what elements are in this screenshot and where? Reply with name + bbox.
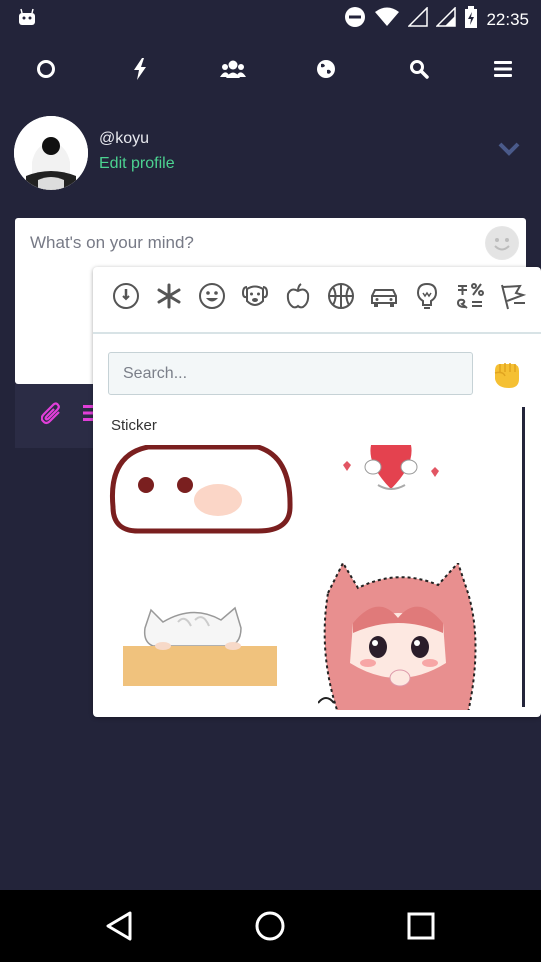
blob-face-sticker[interactable] bbox=[108, 445, 293, 540]
android-icon bbox=[18, 8, 36, 31]
emoji-search-field[interactable] bbox=[108, 352, 473, 395]
lightbulb-icon[interactable] bbox=[412, 281, 442, 311]
profile-header: @koyu Edit profile bbox=[0, 112, 541, 192]
attachment-icon[interactable] bbox=[40, 402, 63, 431]
composer-placeholder[interactable]: What's on your mind? bbox=[30, 233, 194, 253]
globe-icon[interactable] bbox=[313, 56, 339, 82]
top-nav bbox=[0, 44, 541, 94]
recents-icon[interactable] bbox=[403, 908, 439, 944]
status-bar: 22:35 bbox=[0, 0, 541, 36]
signal-icon bbox=[435, 6, 457, 32]
wifi-icon bbox=[374, 7, 400, 32]
composer-toolbar bbox=[15, 384, 95, 448]
clock-icon[interactable] bbox=[111, 281, 141, 311]
emoji-picker: Sticker bbox=[93, 267, 541, 717]
signal-icon bbox=[407, 6, 429, 32]
username: @koyu bbox=[99, 130, 150, 147]
emoji-toggle-button[interactable] bbox=[485, 226, 519, 260]
smile-icon[interactable] bbox=[197, 281, 227, 311]
circle-icon[interactable] bbox=[33, 56, 59, 82]
avatar[interactable] bbox=[14, 116, 88, 190]
fist-emoji-icon[interactable] bbox=[489, 357, 523, 391]
sticker-section-label: Sticker bbox=[111, 417, 157, 434]
sticker-grid bbox=[93, 445, 523, 710]
search-icon[interactable] bbox=[406, 56, 432, 82]
bolt-icon[interactable] bbox=[127, 56, 153, 82]
symbols-icon[interactable] bbox=[455, 281, 485, 311]
system-nav-bar bbox=[0, 890, 541, 962]
emoji-search-input[interactable] bbox=[109, 353, 472, 394]
dog-icon[interactable] bbox=[240, 281, 270, 311]
dnd-icon bbox=[344, 6, 366, 33]
basketball-icon[interactable] bbox=[326, 281, 356, 311]
users-icon[interactable] bbox=[220, 56, 246, 82]
flag-icon[interactable] bbox=[498, 281, 528, 311]
asterisk-icon[interactable] bbox=[154, 281, 184, 311]
back-icon[interactable] bbox=[102, 908, 138, 944]
edit-profile-link[interactable]: Edit profile bbox=[99, 155, 175, 173]
battery-charging-icon bbox=[464, 6, 478, 33]
sticker-scrollbar[interactable] bbox=[522, 407, 525, 707]
anime-girl-sticker[interactable] bbox=[317, 560, 483, 710]
cat-peek-sticker[interactable] bbox=[123, 600, 283, 695]
clock: 22:35 bbox=[486, 9, 529, 29]
apple-icon[interactable] bbox=[283, 281, 313, 311]
car-icon[interactable] bbox=[369, 281, 399, 311]
menu-icon[interactable] bbox=[490, 56, 516, 82]
heart-hug-sticker[interactable] bbox=[333, 445, 443, 500]
chevron-down-icon[interactable] bbox=[498, 142, 520, 161]
emoji-category-bar bbox=[93, 267, 541, 334]
home-icon[interactable] bbox=[252, 908, 288, 944]
